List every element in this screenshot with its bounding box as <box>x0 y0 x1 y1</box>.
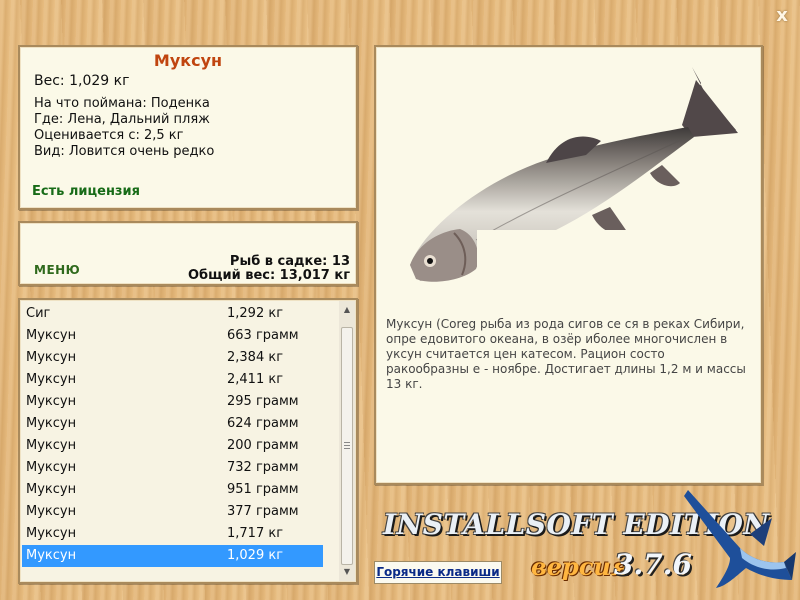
catch-item-weight: 1,029 кг <box>227 548 284 563</box>
marlin-logo-icon <box>684 490 796 588</box>
catch-list-item[interactable]: Сиг 1,292 кг <box>22 303 323 325</box>
scroll-grip-icon <box>344 442 350 450</box>
catch-item-name: Сиг <box>26 306 51 321</box>
scroll-thumb[interactable] <box>341 327 353 565</box>
catch-list-item[interactable]: Муксун 732 грамм <box>22 457 323 479</box>
catch-item-name: Муксун <box>26 460 77 475</box>
valued-from: Оценивается с: 2,5 кг <box>34 128 184 143</box>
catch-list-item[interactable]: Муксун 663 грамм <box>22 325 323 347</box>
catch-location: Где: Лена, Дальний пляж <box>34 112 210 127</box>
catch-item-name: Муксун <box>26 548 77 563</box>
fish-name: Муксун <box>153 51 223 70</box>
catch-list: Сиг 1,292 кг Муксун 663 грамм Муксун 2,384 кг… <box>18 298 358 584</box>
catch-item-name: Муксун <box>26 350 77 365</box>
catch-item-weight: 1,292 кг <box>227 306 284 321</box>
fish-photo-panel: Муксун (Coreg рыба из рода сигов се ся в… <box>374 45 763 485</box>
scroll-down-arrow-icon[interactable]: ▼ <box>339 564 355 580</box>
fish-weight: Вес: 1,029 кг <box>34 73 130 89</box>
catch-item-weight: 1,717 кг <box>227 526 284 541</box>
catch-item-name: Муксун <box>26 438 77 453</box>
catch-item-weight: 377 грамм <box>227 504 299 519</box>
scroll-up-arrow-icon[interactable]: ▲ <box>339 302 355 318</box>
catch-item-name: Муксун <box>26 328 77 343</box>
fish-info-panel: Муксун Вес: 1,029 кг На что поймана: Под… <box>18 45 358 210</box>
fish-kind: Вид: Ловится очень редко <box>34 144 215 159</box>
catch-list-item[interactable]: Муксун 1,029 кг <box>22 545 323 567</box>
close-button[interactable]: x <box>772 6 792 26</box>
catch-list-item[interactable]: Муксун 200 грамм <box>22 435 323 457</box>
total-weight: Общий вес: 13,017 кг <box>187 268 350 283</box>
catch-item-weight: 663 грамм <box>227 328 299 343</box>
catch-item-weight: 295 грамм <box>227 394 299 409</box>
catch-list-item[interactable]: Муксун 624 грамм <box>22 413 323 435</box>
fish-count: Рыб в садке: 13 <box>229 254 350 269</box>
hotkeys-button[interactable]: Горячие клавиши <box>374 561 502 584</box>
menu-button[interactable]: МЕНЮ <box>34 263 80 277</box>
catch-item-weight: 732 грамм <box>227 460 299 475</box>
fish-description: Муксун (Coreg рыба из рода сигов се ся в… <box>386 317 746 391</box>
catch-list-item[interactable]: Муксун 2,384 кг <box>22 347 323 369</box>
catch-list-item[interactable]: Муксун 1,717 кг <box>22 523 323 545</box>
catch-item-name: Муксун <box>26 394 77 409</box>
catch-item-name: Муксун <box>26 372 77 387</box>
catch-item-name: Муксун <box>26 504 77 519</box>
catch-item-name: Муксун <box>26 526 77 541</box>
catch-item-weight: 951 грамм <box>227 482 299 497</box>
caught-with: На что поймана: Поденка <box>34 96 210 111</box>
list-scrollbar[interactable]: ▲ ▼ <box>339 301 355 581</box>
license-status: Есть лицензия <box>32 184 140 199</box>
catch-item-name: Муксун <box>26 482 77 497</box>
catch-item-weight: 200 грамм <box>227 438 299 453</box>
catch-list-item[interactable]: Муксун 295 грамм <box>22 391 323 413</box>
catch-list-item[interactable]: Муксун 377 грамм <box>22 501 323 523</box>
catch-item-weight: 624 грамм <box>227 416 299 431</box>
catch-item-weight: 2,384 кг <box>227 350 284 365</box>
catch-item-name: Муксун <box>26 416 77 431</box>
catch-item-weight: 2,411 кг <box>227 372 284 387</box>
catch-summary-panel: МЕНЮ Рыб в садке: 13 Общий вес: 13,017 к… <box>18 221 358 286</box>
catch-list-item[interactable]: Муксун 951 грамм <box>22 479 323 501</box>
catch-list-item[interactable]: Муксун 2,411 кг <box>22 369 323 391</box>
